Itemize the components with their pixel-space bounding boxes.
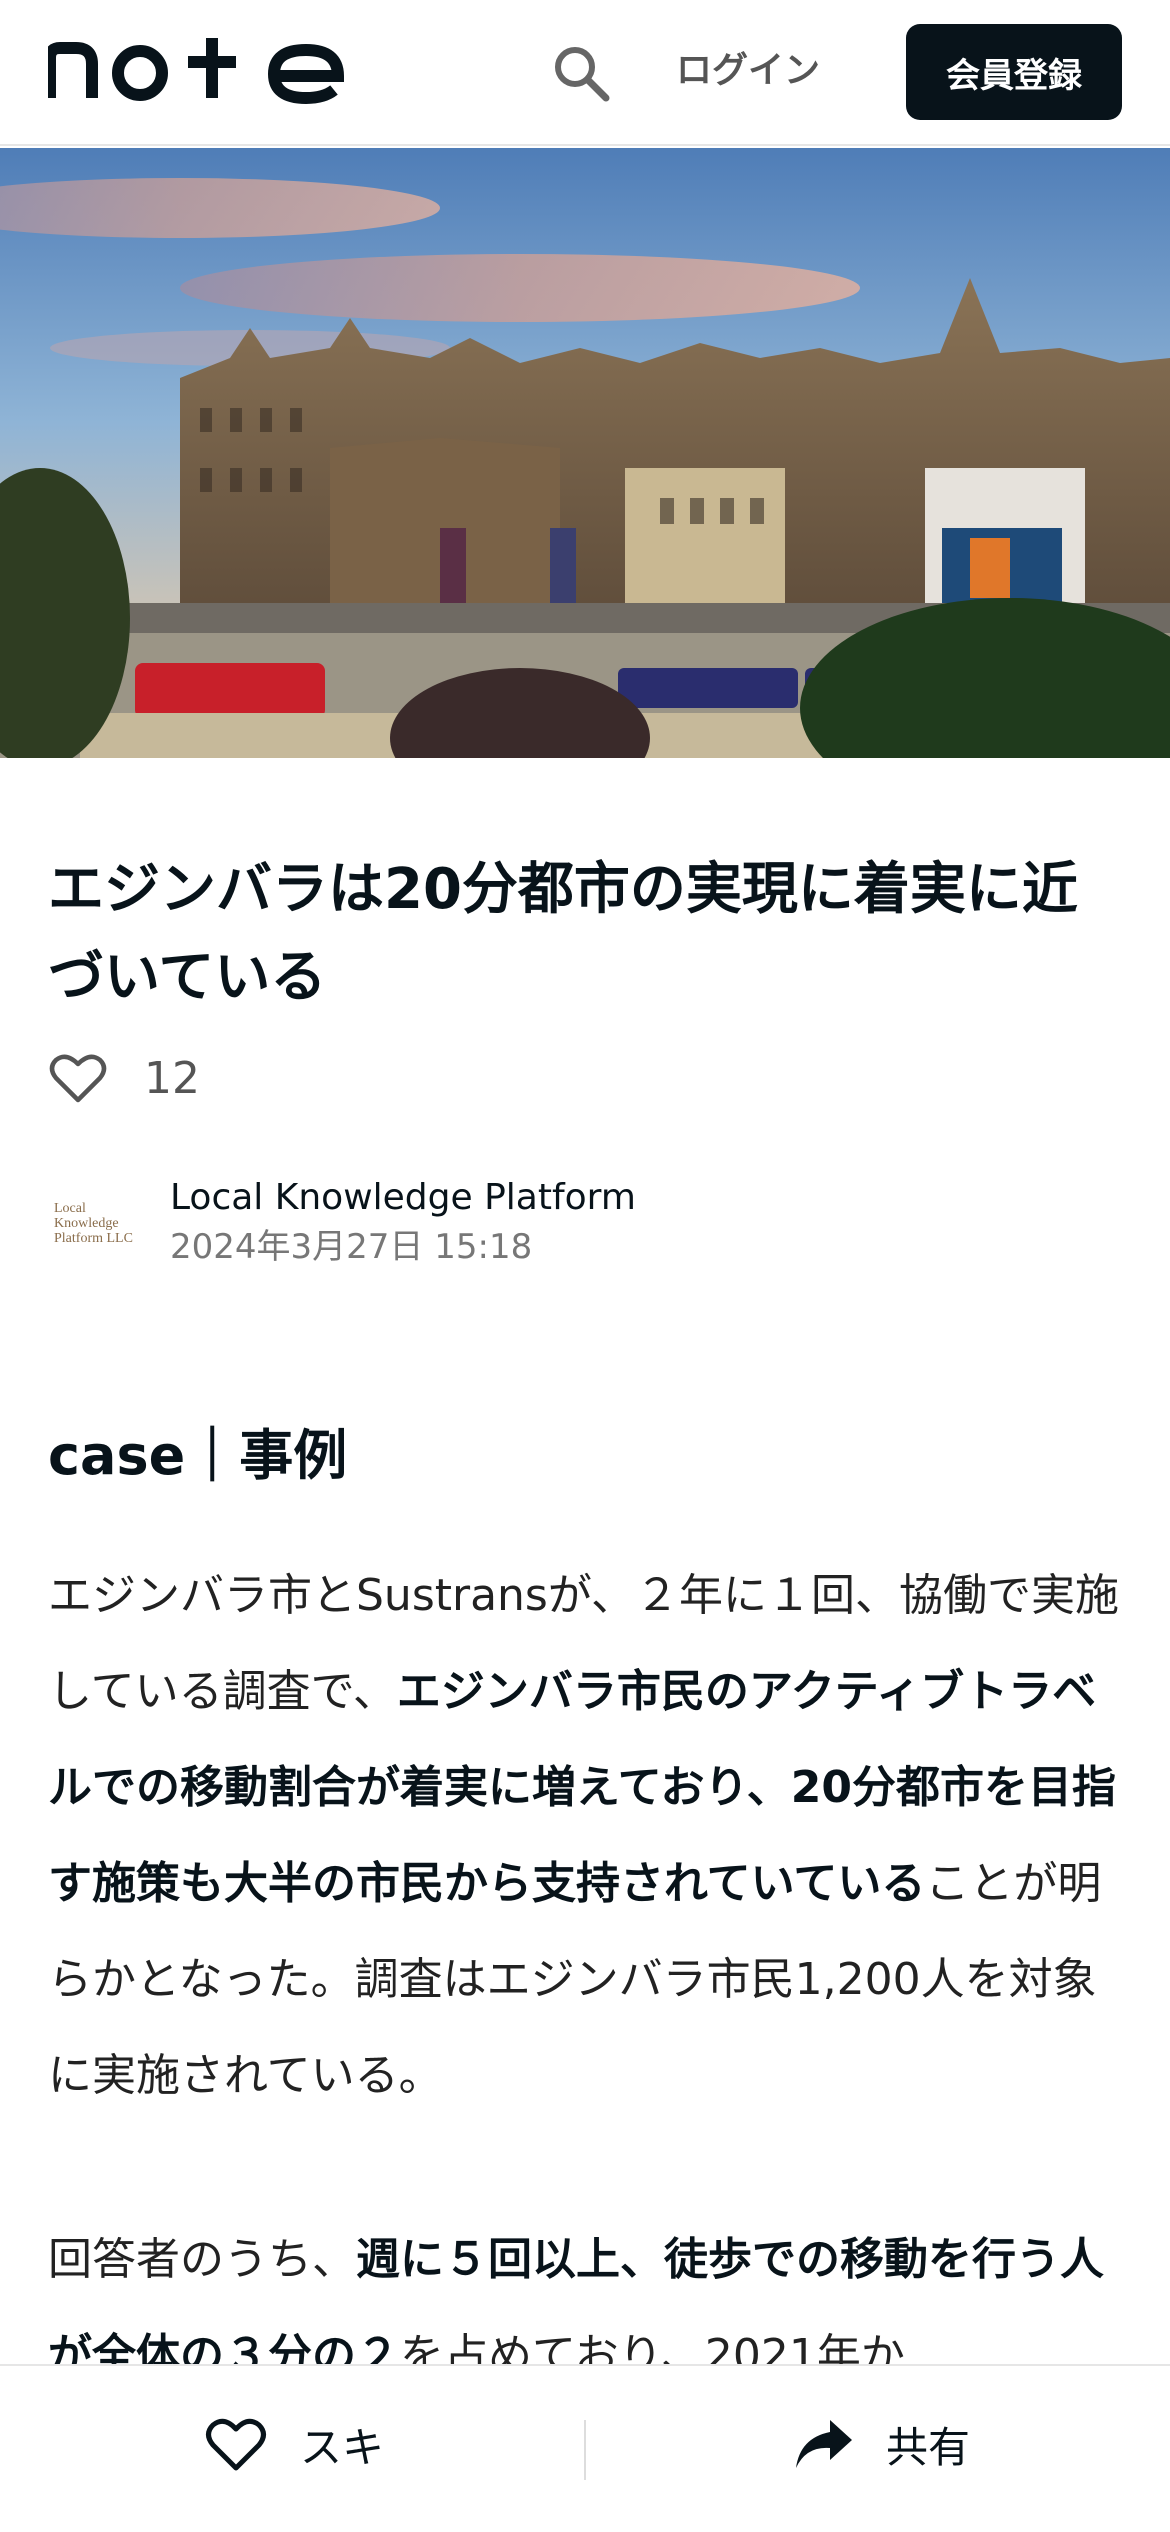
like-button[interactable]: スキ	[204, 2404, 384, 2484]
share-button-label: 共有	[886, 2422, 971, 2472]
avatar-text-line: Platform LLC	[54, 1230, 133, 1246]
article-title: エジンバラは20分都市の実現に着実に近づいている	[48, 857, 1078, 1010]
article-cover-image	[0, 148, 1170, 758]
avatar-text-line: Local	[54, 1200, 86, 1216]
bottom-action-bar: スキ 共有	[0, 2364, 1170, 2532]
share-arrow-icon	[796, 2420, 852, 2468]
post-date: 2024年3月27日 15:18	[170, 1227, 533, 1267]
author-avatar[interactable]: Local Knowledge Platform LLC	[48, 1175, 144, 1271]
divider	[584, 2420, 586, 2480]
like-button-label: スキ	[300, 2422, 385, 2472]
like-row: 12	[48, 1046, 200, 1110]
share-button[interactable]: 共有	[794, 2404, 970, 2484]
search-button[interactable]	[548, 40, 614, 106]
author-meta: Local Knowledge Platform 2024年3月27日 15:1…	[170, 1174, 636, 1272]
article-paragraph: エジンバラ市とSustransが、２年に１回、協働で実施している調査で、エジンバ…	[48, 1548, 1128, 2124]
avatar-text-line: Knowledge	[54, 1215, 119, 1231]
author-name[interactable]: Local Knowledge Platform	[170, 1174, 636, 1222]
like-count: 12	[144, 1052, 200, 1104]
app-header: ログイン 会員登録	[0, 0, 1170, 146]
login-link[interactable]: ログイン	[676, 46, 820, 96]
heart-icon	[206, 2418, 266, 2471]
author-info: Local Knowledge Platform LLC Local Knowl…	[48, 1168, 636, 1278]
paragraph-text: 回答者のうち、	[48, 2234, 356, 2285]
note-logo[interactable]	[48, 36, 348, 106]
signup-button[interactable]: 会員登録	[906, 24, 1122, 120]
heart-icon[interactable]	[48, 1048, 108, 1108]
search-icon	[555, 47, 610, 102]
section-heading: case｜事例	[48, 1424, 348, 1487]
